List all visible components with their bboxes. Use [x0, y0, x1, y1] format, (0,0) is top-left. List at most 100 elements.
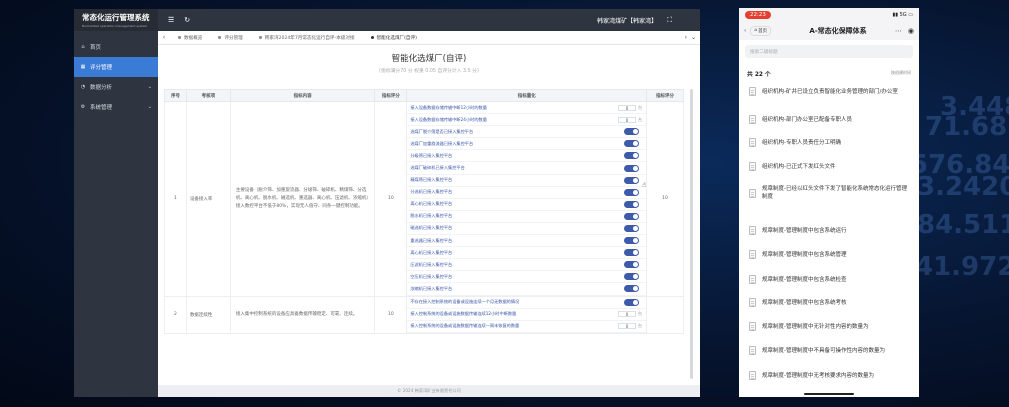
- indicator-toggle[interactable]: [624, 237, 640, 245]
- indicator-item: 分级筛已接入集控平台: [407, 150, 647, 163]
- indicator-item: 不存在接入控制系统的设备或设施连续一个月无数据的情况: [407, 297, 647, 309]
- sort-button[interactable]: 按创建时间: [891, 70, 911, 76]
- table-scrollbar[interactable]: [690, 89, 693, 379]
- indicator-item: 选煤厂加重旋流器已接入集控平台: [407, 138, 647, 151]
- document-icon: [749, 346, 756, 355]
- list-item-label: 规章制度-管理制度中包含系统管理: [762, 251, 847, 258]
- close-circle-icon[interactable]: ◉: [908, 27, 914, 35]
- indicator-toggle[interactable]: [624, 200, 640, 208]
- list-item[interactable]: 规章制度-管理制度中无针对性内容的数量为: [739, 322, 919, 331]
- indicator-item: 分选机已接入集控平台: [407, 187, 647, 199]
- more-icon[interactable]: ⋯: [895, 27, 902, 35]
- logo-subtitle: Normalized operation management system: [82, 24, 148, 28]
- chevron-down-icon: ⌄: [147, 84, 152, 90]
- list-item[interactable]: 规章制度-管理制度中包含系统运行: [739, 226, 919, 235]
- indicator-label: 选煤厂破碎机已接入集控平台: [410, 165, 465, 171]
- refresh-icon[interactable]: ↻: [184, 16, 190, 24]
- indicator-toggle[interactable]: [624, 164, 640, 172]
- tab-item[interactable]: 韩家湾2024年7月常态化运行自评-本级对接: [251, 35, 363, 41]
- column-header: 指标量化: [406, 89, 648, 102]
- list-item[interactable]: 规章制度-管理制度中包含系统检查: [739, 275, 919, 284]
- indicator-item: 接入控制系统的设备或设施数据传输连续12小时中断数量 0 台: [407, 309, 647, 321]
- status-signal: ▮▮ 5G ▭: [892, 11, 913, 18]
- sidebar-item[interactable]: ⌂ 首页: [74, 37, 158, 57]
- list-item[interactable]: 组织机构-矿井已设立负责智能化业务管理的部门/办公室: [739, 87, 919, 96]
- home-button[interactable]: ⌂ 首页: [750, 25, 772, 36]
- page-subtitle: (指标满分70 分 权重 0.05 自评分计入 3.5 分): [379, 69, 479, 74]
- row-item: 数据连续性: [185, 295, 231, 334]
- list-item-label: 组织机构-已正式下发红头文件: [762, 163, 836, 170]
- column-header: 考核项: [185, 89, 231, 102]
- list-item[interactable]: 组织机构-专职人员责任分工明确: [739, 138, 919, 147]
- list-item[interactable]: 组织机构-已正式下发红头文件: [739, 162, 919, 171]
- indicator-toggle[interactable]: [624, 128, 640, 136]
- list-item[interactable]: 规章制度-已经以红头文件下发了智能化系统常态化运行管理制度: [739, 185, 919, 201]
- indicator-label: 压滤机已接入集控平台: [410, 261, 453, 267]
- fullscreen-icon[interactable]: ⛶: [667, 16, 672, 25]
- indicator-number-input[interactable]: 0: [618, 104, 637, 111]
- indicator-toggle[interactable]: [624, 285, 640, 293]
- tab-scroll-right-icon[interactable]: ›: [685, 34, 687, 41]
- search-input[interactable]: 搜索二级标题: [745, 45, 913, 58]
- tab-dot-icon: [370, 36, 374, 39]
- sidebar-item-label: 首页: [90, 45, 102, 51]
- sidebar-item[interactable]: ⚙ 系统管理 ⌄: [74, 97, 158, 117]
- tab-label: 数据概览: [184, 35, 203, 41]
- column-header: 指标评分: [646, 89, 684, 102]
- indicator-item: 接入设备数据存储传输中断24小时的数量 0 台: [407, 114, 647, 127]
- score-table: 序号 考核项 指标内容 指标评分 指标量化 指标评分 1 设备接入率 主要设备（脱介筛、加重旋…: [164, 89, 684, 334]
- sidebar-item[interactable]: ◔ 数据分析 ⌄: [74, 77, 158, 97]
- list-item[interactable]: 规章制度-管理制度中无考核要求内容的数量为: [739, 371, 919, 380]
- indicator-toggle[interactable]: [624, 273, 640, 281]
- indicator-item: 选煤厂破碎机已接入集控平台: [407, 162, 647, 175]
- document-icon: [749, 87, 756, 96]
- list-item-label: 规章制度-已经以红头文件下发了智能化系统常态化运行管理制度: [762, 186, 907, 200]
- indicator-toggle[interactable]: [624, 224, 640, 232]
- indicator-label: 空压机已接入集控平台: [410, 273, 453, 279]
- indicator-toggle[interactable]: [624, 176, 640, 184]
- indicator-item: 选煤厂脱介筛是否已接入集控平台: [407, 126, 647, 139]
- indicator-number-input[interactable]: 0: [618, 116, 637, 123]
- tab-item[interactable]: 数据概览: [170, 35, 210, 41]
- tab-dot-icon: [258, 36, 262, 39]
- indicator-toggle[interactable]: [624, 140, 640, 148]
- row-indicators: 接入设备数据存储传输中断12小时的数量 0 台接入设备数据存储传输中断24小时的数量…: [406, 101, 648, 297]
- tab-scroll-left-icon[interactable]: ‹: [158, 34, 170, 41]
- indicator-label: 浓缩机已接入集控平台: [410, 285, 453, 291]
- indicator-toggle[interactable]: [624, 212, 640, 220]
- menu-toggle-icon[interactable]: ☰: [168, 16, 174, 24]
- sidebar-item-label: 系统管理: [90, 105, 113, 111]
- list-item[interactable]: 规章制度-管理制度中包含系统管理: [739, 250, 919, 259]
- sidebar-item[interactable]: ▦ 评分管理: [74, 57, 158, 77]
- result-count: 共 22 个: [747, 71, 771, 78]
- tab-item[interactable]: 评分管理: [210, 35, 250, 41]
- phone-title: A-常态化保障体系: [809, 26, 867, 35]
- indicator-number-input[interactable]: 0: [618, 311, 637, 318]
- row-number: 2: [164, 295, 187, 334]
- tab-item[interactable]: 智能化选煤厂(自评): [363, 35, 425, 41]
- indicator-toggle[interactable]: [624, 261, 640, 269]
- indicator-item: 精煤筛已接入集控平台: [407, 175, 647, 187]
- home-icon: ⌂: [754, 28, 758, 33]
- list-item[interactable]: 规章制度-管理制度中不具备可操作性内容的数量为: [739, 346, 919, 355]
- indicator-toggle[interactable]: [624, 188, 640, 196]
- indicator-item: 接入设备数据存储传输中断12小时的数量 0 台: [407, 102, 647, 115]
- list-item-label: 规章制度-管理制度中不具备可操作性内容的数量为: [762, 347, 885, 354]
- indicator-label: 接入设备数据存储传输中断24小时的数量: [410, 116, 487, 122]
- column-header: 指标内容: [229, 89, 376, 102]
- sidebar-item-label: 数据分析: [90, 85, 113, 91]
- indicator-toggle[interactable]: [624, 249, 640, 257]
- list-item-label: 组织机构-专职人员责任分工明确: [762, 139, 841, 146]
- user-name[interactable]: 韩家湾煤矿【韩家湾】: [597, 16, 657, 25]
- tab-menu-icon[interactable]: ⌄: [691, 34, 696, 41]
- indicator-number-input[interactable]: 0: [618, 323, 637, 330]
- list-item[interactable]: 规章制度-管理制度中包含系统考核: [739, 298, 919, 307]
- tab-dot-icon: [178, 36, 181, 39]
- indicator-toggle[interactable]: [624, 152, 640, 160]
- indicator-label: 接入控制系统的设备或设施数据传输连续12小时中断数量: [410, 311, 517, 317]
- tab-label: 韩家湾2024年7月常态化运行自评-本级对接: [264, 35, 355, 41]
- indicator-toggle[interactable]: [624, 298, 640, 306]
- document-icon: [749, 371, 756, 380]
- list-item[interactable]: 组织机构-部门办公室已配备专职人员: [739, 115, 919, 124]
- back-icon[interactable]: ‹: [744, 28, 746, 34]
